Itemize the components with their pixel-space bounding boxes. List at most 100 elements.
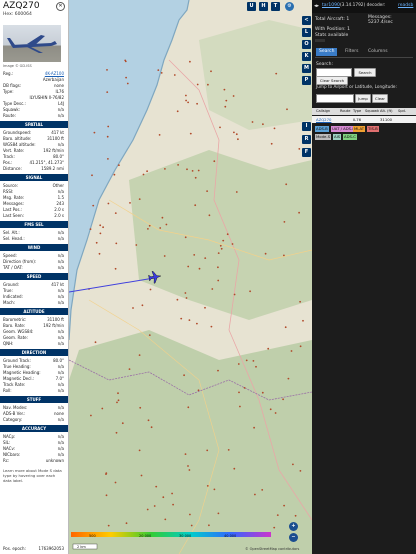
column-header[interactable]: Type [353, 109, 361, 113]
aircraft-header: AZQ270 Hex: 600064 ✕ [0, 0, 68, 22]
altitude-row: QNH: n/a [3, 341, 64, 347]
village-dot [93, 131, 96, 134]
village-dot [177, 164, 179, 166]
info-row: Route: n/a [3, 113, 64, 119]
section-altitude: ALTITUDE [0, 308, 68, 315]
map-side-button-m[interactable]: M [302, 64, 311, 73]
village-dot [302, 319, 304, 322]
village-dot [273, 526, 276, 529]
direction-row: Roll: n/a [3, 388, 64, 394]
spatial-value: 1589.2 nmi [41, 166, 64, 171]
village-dot [224, 105, 227, 108]
tar1090-link[interactable]: tar1090 [322, 3, 340, 8]
village-dot [124, 60, 127, 63]
village-dot [176, 298, 179, 301]
village-dot [253, 426, 256, 429]
callsign: AZQ270 [3, 1, 40, 11]
village-dot [117, 399, 120, 402]
close-icon[interactable]: ✕ [56, 2, 65, 11]
map-view[interactable]: 500 20 000 30 000 40 000 2 km © OpenStre… [69, 0, 312, 554]
jump-button[interactable]: Jump [355, 94, 371, 103]
village-dot [140, 474, 143, 477]
forest-area [69, 330, 312, 554]
total-value: 1 [346, 17, 350, 22]
village-dot [184, 236, 187, 239]
village-dot [94, 341, 97, 344]
clear-button[interactable]: Clear [372, 94, 388, 103]
spatial-row: Distance: 1589.2 nmi [3, 166, 64, 172]
map-side-button-l[interactable]: L [302, 28, 311, 37]
cell-callsign[interactable]: AZQ270 [316, 117, 331, 122]
village-dot [105, 494, 108, 497]
village-dot [180, 317, 183, 320]
village-dot [233, 467, 236, 470]
village-dot [225, 99, 228, 102]
map-side-button-collapse[interactable]: < [302, 16, 311, 25]
wind-value: n/a [57, 265, 64, 270]
jump-label: Jump to Airport or Latitude, Longitude: [316, 84, 397, 89]
village-dot [106, 135, 109, 138]
map-side-button-o[interactable]: O [302, 40, 311, 49]
column-header[interactable]: Route [340, 109, 350, 113]
village-dot [290, 350, 293, 352]
village-dot [106, 69, 108, 71]
column-header[interactable]: Alt. (ft) [380, 109, 393, 113]
aircraft-photo[interactable] [3, 25, 61, 62]
table-row[interactable]: AZQ270 IL76 31100 [312, 116, 416, 123]
decoder-link[interactable]: readsb [398, 3, 413, 8]
village-dot [273, 127, 276, 130]
jump-input[interactable] [316, 94, 354, 103]
map-side-button-p[interactable]: P [302, 76, 311, 85]
zoom-in-button[interactable]: + [289, 522, 298, 531]
village-dot [191, 170, 194, 172]
section-accuracy: ACCURACY [0, 425, 68, 432]
column-header[interactable]: Spd. [398, 109, 406, 113]
settings-gear-icon[interactable]: ⚙ [285, 2, 294, 11]
village-dot [275, 72, 278, 75]
map-side-button-r[interactable]: R [302, 135, 311, 144]
village-dot [150, 426, 153, 429]
village-dot [188, 469, 191, 471]
village-dot [219, 126, 221, 129]
village-dot [185, 297, 188, 299]
zoom-out-button[interactable]: − [289, 533, 298, 542]
village-dot [197, 169, 200, 172]
map-side-button-i[interactable]: I [302, 122, 311, 131]
tab-columns[interactable]: Columns [365, 48, 391, 56]
village-dot [163, 255, 166, 257]
village-dot [138, 354, 141, 356]
village-dot [243, 387, 246, 389]
map-side-button-k[interactable]: K [302, 52, 311, 61]
search-label: Search: [316, 62, 333, 67]
altitude-value: n/a [57, 341, 64, 346]
column-header[interactable]: Callsign [316, 109, 330, 113]
village-dot [128, 368, 131, 370]
village-dot [210, 70, 212, 73]
map-canvas[interactable]: 500 20 000 30 000 40 000 2 km © OpenStre… [69, 0, 312, 554]
village-dot [269, 408, 272, 411]
village-dot [190, 524, 193, 527]
village-dot [284, 326, 287, 329]
collapse-arrows-icon[interactable]: ◂▸ [314, 3, 319, 9]
village-dot [148, 334, 151, 336]
map-side-button-f[interactable]: F [302, 148, 311, 157]
village-dot [282, 398, 284, 401]
map-button-u[interactable]: U [247, 2, 256, 11]
map-button-t[interactable]: T [271, 2, 280, 11]
map-button-h[interactable]: H [259, 2, 268, 11]
section-stuff: STUFF [0, 396, 68, 403]
divider [315, 57, 413, 58]
village-dot [251, 121, 254, 123]
altitude-legend-label: 40 000 [224, 534, 236, 538]
tab-search[interactable]: Search [316, 48, 338, 56]
village-dot [99, 232, 102, 235]
village-dot [171, 492, 173, 495]
village-dot [213, 488, 216, 491]
column-header[interactable]: Squawk [365, 109, 379, 113]
village-dot [261, 391, 264, 394]
signal-label: Last Seen: [3, 213, 24, 218]
village-dot [106, 91, 109, 93]
village-dot [245, 359, 248, 362]
tab-filters[interactable]: Filters [342, 48, 362, 56]
search-button[interactable]: Search [354, 68, 376, 77]
